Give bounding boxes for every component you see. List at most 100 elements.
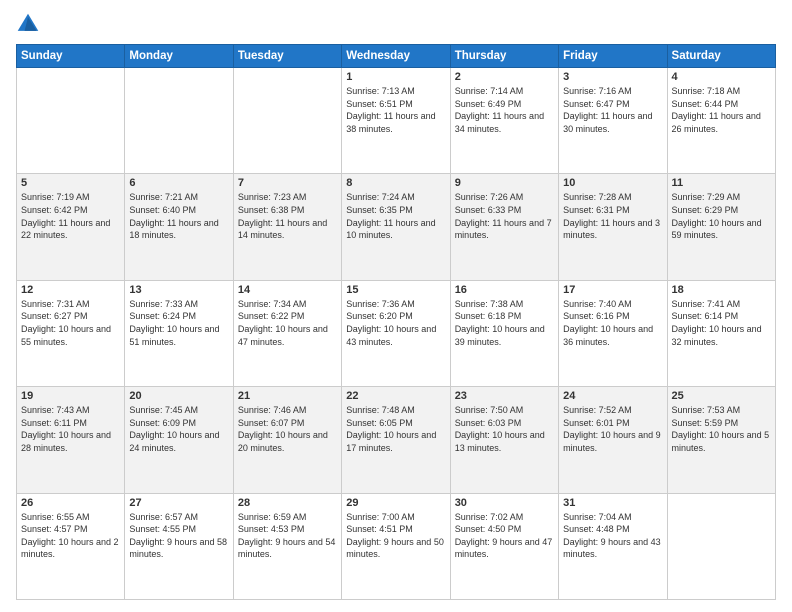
day-number: 10: [563, 177, 662, 189]
day-info: Sunrise: 7:41 AM Sunset: 6:14 PM Dayligh…: [672, 298, 771, 348]
day-number: 24: [563, 390, 662, 402]
day-number: 7: [238, 177, 337, 189]
calendar-cell: 7 Sunrise: 7:23 AM Sunset: 6:38 PM Daylig…: [233, 174, 341, 280]
calendar-cell: [233, 68, 341, 174]
day-info: Sunrise: 7:50 AM Sunset: 6:03 PM Dayligh…: [455, 404, 554, 454]
calendar-cell: 24Sunrise: 7:52 AM Sunset: 6:01 PM Dayli…: [559, 387, 667, 493]
calendar-cell: 28Sunrise: 6:59 AM Sunset: 4:53 PM Dayli…: [233, 493, 341, 599]
day-number: 23: [455, 390, 554, 402]
day-info: Sunrise: 7:04 AM Sunset: 4:48 PM Dayligh…: [563, 511, 662, 561]
day-number: 9: [455, 177, 554, 189]
calendar-cell: 2 Sunrise: 7:14 AM Sunset: 6:49 PM Daylig…: [450, 68, 558, 174]
day-number: 13: [129, 284, 228, 296]
calendar-cell: 14 Sunrise: 7:34 AM Sunset: 6:22 PM Dayli…: [233, 280, 341, 386]
day-number: 20: [129, 390, 228, 402]
logo-icon: [16, 12, 40, 36]
calendar-cell: 13 Sunrise: 7:33 AM Sunset: 6:24 PM Dayli…: [125, 280, 233, 386]
calendar-cell: 21 Sunrise: 7:46 AM Sunset: 6:07 PM Dayli…: [233, 387, 341, 493]
day-info: Sunrise: 7:19 AM Sunset: 6:42 PM Dayligh…: [21, 191, 120, 241]
day-info: Sunrise: 7:00 AM Sunset: 4:51 PM Dayligh…: [346, 511, 445, 561]
day-info: Sunrise: 7:16 AM Sunset: 6:47 PM Dayligh…: [563, 85, 662, 135]
weekday-header-friday: Friday: [559, 45, 667, 68]
day-number: 18: [672, 284, 771, 296]
day-number: 11: [672, 177, 771, 189]
weekday-header-monday: Monday: [125, 45, 233, 68]
weekday-header-saturday: Saturday: [667, 45, 775, 68]
calendar-cell: 25 Sunrise: 7:53 AM Sunset: 5:59 PM Dayli…: [667, 387, 775, 493]
calendar-cell: 18 Sunrise: 7:41 AM Sunset: 6:14 PM Dayli…: [667, 280, 775, 386]
calendar-week-row: 12 Sunrise: 7:31 AM Sunset: 6:27 PM Dayli…: [17, 280, 776, 386]
day-number: 22: [346, 390, 445, 402]
day-number: 21: [238, 390, 337, 402]
calendar-cell: 27Sunrise: 6:57 AM Sunset: 4:55 PM Dayli…: [125, 493, 233, 599]
calendar-cell: 15 Sunrise: 7:36 AM Sunset: 6:20 PM Dayli…: [342, 280, 450, 386]
day-info: Sunrise: 7:33 AM Sunset: 6:24 PM Dayligh…: [129, 298, 228, 348]
day-number: 1: [346, 71, 445, 83]
page: SundayMondayTuesdayWednesdayThursdayFrid…: [0, 0, 792, 612]
day-info: Sunrise: 7:53 AM Sunset: 5:59 PM Dayligh…: [672, 404, 771, 454]
calendar-cell: 22 Sunrise: 7:48 AM Sunset: 6:05 PM Dayli…: [342, 387, 450, 493]
day-number: 31: [563, 497, 662, 509]
calendar-week-row: 19 Sunrise: 7:43 AM Sunset: 6:11 PM Dayli…: [17, 387, 776, 493]
calendar-cell: 31 Sunrise: 7:04 AM Sunset: 4:48 PM Dayli…: [559, 493, 667, 599]
day-info: Sunrise: 7:34 AM Sunset: 6:22 PM Dayligh…: [238, 298, 337, 348]
day-number: 25: [672, 390, 771, 402]
day-number: 30: [455, 497, 554, 509]
calendar-week-row: 1 Sunrise: 7:13 AM Sunset: 6:51 PM Daylig…: [17, 68, 776, 174]
header: [16, 12, 776, 36]
day-info: Sunrise: 7:02 AM Sunset: 4:50 PM Dayligh…: [455, 511, 554, 561]
day-info: Sunrise: 7:40 AM Sunset: 6:16 PM Dayligh…: [563, 298, 662, 348]
day-info: Sunrise: 7:23 AM Sunset: 6:38 PM Dayligh…: [238, 191, 337, 241]
calendar-cell: 10Sunrise: 7:28 AM Sunset: 6:31 PM Dayli…: [559, 174, 667, 280]
calendar-cell: 17Sunrise: 7:40 AM Sunset: 6:16 PM Dayli…: [559, 280, 667, 386]
calendar-cell: [125, 68, 233, 174]
calendar-cell: 23 Sunrise: 7:50 AM Sunset: 6:03 PM Dayli…: [450, 387, 558, 493]
day-info: Sunrise: 7:36 AM Sunset: 6:20 PM Dayligh…: [346, 298, 445, 348]
day-info: Sunrise: 7:48 AM Sunset: 6:05 PM Dayligh…: [346, 404, 445, 454]
day-number: 26: [21, 497, 120, 509]
day-info: Sunrise: 7:43 AM Sunset: 6:11 PM Dayligh…: [21, 404, 120, 454]
logo: [16, 12, 44, 36]
calendar-cell: 9 Sunrise: 7:26 AM Sunset: 6:33 PM Daylig…: [450, 174, 558, 280]
day-number: 2: [455, 71, 554, 83]
weekday-header-sunday: Sunday: [17, 45, 125, 68]
calendar-cell: 19 Sunrise: 7:43 AM Sunset: 6:11 PM Dayli…: [17, 387, 125, 493]
day-info: Sunrise: 7:26 AM Sunset: 6:33 PM Dayligh…: [455, 191, 554, 241]
day-number: 28: [238, 497, 337, 509]
day-number: 8: [346, 177, 445, 189]
day-info: Sunrise: 7:31 AM Sunset: 6:27 PM Dayligh…: [21, 298, 120, 348]
calendar-week-row: 26 Sunrise: 6:55 AM Sunset: 4:57 PM Dayli…: [17, 493, 776, 599]
day-info: Sunrise: 7:38 AM Sunset: 6:18 PM Dayligh…: [455, 298, 554, 348]
calendar-cell: 26 Sunrise: 6:55 AM Sunset: 4:57 PM Dayli…: [17, 493, 125, 599]
day-number: 16: [455, 284, 554, 296]
calendar-cell: 4Sunrise: 7:18 AM Sunset: 6:44 PM Daylig…: [667, 68, 775, 174]
calendar-week-row: 5 Sunrise: 7:19 AM Sunset: 6:42 PM Daylig…: [17, 174, 776, 280]
calendar-cell: [17, 68, 125, 174]
day-number: 27: [129, 497, 228, 509]
calendar-cell: 12 Sunrise: 7:31 AM Sunset: 6:27 PM Dayli…: [17, 280, 125, 386]
day-info: Sunrise: 7:18 AM Sunset: 6:44 PM Dayligh…: [672, 85, 771, 135]
day-number: 12: [21, 284, 120, 296]
weekday-header-row: SundayMondayTuesdayWednesdayThursdayFrid…: [17, 45, 776, 68]
calendar-cell: 30 Sunrise: 7:02 AM Sunset: 4:50 PM Dayli…: [450, 493, 558, 599]
day-number: 14: [238, 284, 337, 296]
calendar-cell: 8 Sunrise: 7:24 AM Sunset: 6:35 PM Daylig…: [342, 174, 450, 280]
calendar-cell: 3Sunrise: 7:16 AM Sunset: 6:47 PM Daylig…: [559, 68, 667, 174]
calendar-cell: 16 Sunrise: 7:38 AM Sunset: 6:18 PM Dayli…: [450, 280, 558, 386]
day-number: 29: [346, 497, 445, 509]
day-info: Sunrise: 7:46 AM Sunset: 6:07 PM Dayligh…: [238, 404, 337, 454]
day-number: 15: [346, 284, 445, 296]
day-number: 5: [21, 177, 120, 189]
day-info: Sunrise: 7:24 AM Sunset: 6:35 PM Dayligh…: [346, 191, 445, 241]
weekday-header-wednesday: Wednesday: [342, 45, 450, 68]
day-number: 19: [21, 390, 120, 402]
calendar-cell: 5 Sunrise: 7:19 AM Sunset: 6:42 PM Daylig…: [17, 174, 125, 280]
weekday-header-tuesday: Tuesday: [233, 45, 341, 68]
calendar-cell: [667, 493, 775, 599]
day-info: Sunrise: 7:14 AM Sunset: 6:49 PM Dayligh…: [455, 85, 554, 135]
day-info: Sunrise: 6:55 AM Sunset: 4:57 PM Dayligh…: [21, 511, 120, 561]
calendar-cell: 11Sunrise: 7:29 AM Sunset: 6:29 PM Dayli…: [667, 174, 775, 280]
calendar-cell: 20Sunrise: 7:45 AM Sunset: 6:09 PM Dayli…: [125, 387, 233, 493]
day-info: Sunrise: 7:13 AM Sunset: 6:51 PM Dayligh…: [346, 85, 445, 135]
calendar-table: SundayMondayTuesdayWednesdayThursdayFrid…: [16, 44, 776, 600]
